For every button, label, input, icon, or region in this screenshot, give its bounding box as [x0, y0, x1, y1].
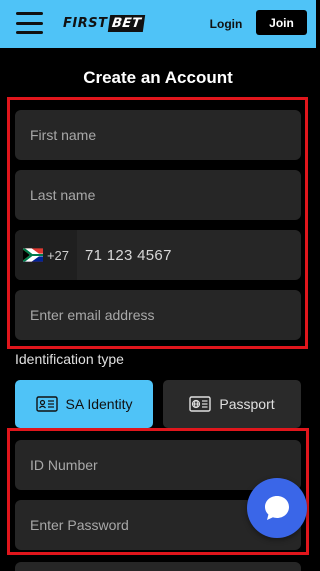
passport-tab[interactable]: Passport: [163, 380, 301, 428]
page-title: Create an Account: [83, 68, 233, 87]
live-chat-button[interactable]: [247, 478, 307, 538]
logo-bet-text: BET: [108, 14, 146, 32]
first-name-field[interactable]: [15, 110, 301, 160]
sa-identity-tab-label: SA Identity: [65, 396, 133, 412]
email-input[interactable]: [30, 290, 301, 340]
top-bar: FIRST BET Login Join: [0, 0, 316, 48]
hamburger-menu-icon[interactable]: [16, 12, 43, 34]
last-name-input[interactable]: [30, 170, 301, 220]
logo-first-text: FIRST: [63, 15, 108, 31]
country-code-selector[interactable]: +27: [15, 230, 77, 280]
firstbet-logo[interactable]: FIRST BET: [63, 14, 146, 32]
passport-icon: [189, 396, 212, 412]
identification-type-label: Identification type: [15, 351, 124, 367]
phone-number-input[interactable]: 71 123 4567: [77, 247, 172, 264]
passport-tab-label: Passport: [219, 396, 275, 412]
dial-code: +27: [46, 247, 70, 263]
id-number-field[interactable]: [15, 440, 301, 490]
chat-icon: [265, 496, 289, 520]
next-field-partial: [15, 562, 301, 571]
last-name-field[interactable]: [15, 170, 301, 220]
email-field[interactable]: [15, 290, 301, 340]
south-africa-flag-icon: [22, 248, 43, 262]
first-name-input[interactable]: [30, 110, 301, 160]
sa-identity-tab[interactable]: SA Identity: [15, 380, 153, 428]
login-link[interactable]: Login: [202, 15, 250, 33]
id-card-icon: [35, 396, 58, 412]
join-button[interactable]: Join: [256, 10, 307, 35]
phone-field[interactable]: +27 71 123 4567: [15, 230, 301, 280]
